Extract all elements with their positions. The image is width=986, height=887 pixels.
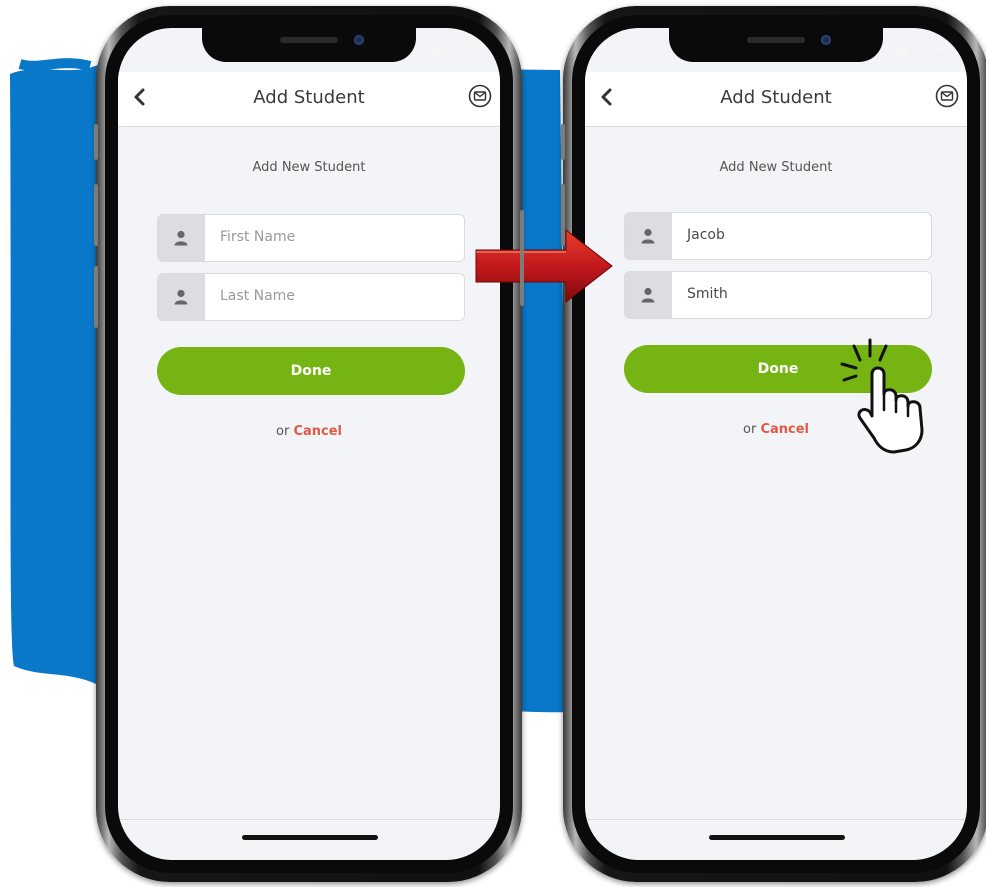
last-name-field[interactable]: Smith (624, 271, 932, 319)
user-icon (158, 274, 205, 320)
toolbar-divider (118, 819, 500, 820)
notch (669, 28, 883, 62)
cancel-row: or Cancel (118, 424, 500, 439)
side-button (94, 184, 98, 246)
home-indicator[interactable] (709, 835, 845, 840)
status-time: 12:13 (140, 42, 178, 57)
side-button (94, 266, 98, 328)
user-icon (625, 272, 672, 318)
user-icon (625, 213, 672, 259)
section-subtitle: Add New Student (252, 160, 366, 175)
cancel-link[interactable]: Cancel (293, 424, 342, 439)
side-button (520, 210, 524, 306)
user-icon (158, 215, 205, 261)
side-button (561, 184, 565, 246)
last-name-placeholder: Last Name (220, 288, 295, 304)
envelope-icon[interactable] (935, 84, 959, 108)
section-subtitle: Add New Student (719, 160, 833, 175)
tap-hand-icon (840, 338, 924, 454)
first-name-field[interactable]: First Name (157, 214, 465, 262)
page-title: Add Student (253, 87, 365, 108)
status-time: 12:14 (607, 42, 645, 57)
home-indicator[interactable] (242, 835, 378, 840)
side-button (94, 124, 98, 160)
last-name-value: Smith (687, 286, 728, 302)
first-name-value: Jacob (687, 227, 725, 243)
first-name-field[interactable]: Jacob (624, 212, 932, 260)
notch (202, 28, 416, 62)
cancel-link[interactable]: Cancel (760, 422, 809, 437)
toolbar-divider (585, 819, 967, 820)
done-button[interactable]: Done (157, 347, 465, 395)
envelope-icon[interactable] (468, 84, 492, 108)
arrow-right-icon (475, 228, 613, 304)
last-name-field[interactable]: Last Name (157, 273, 465, 321)
or-text: or (276, 424, 290, 439)
status-icons: ▂▄ ◠ ▬ (420, 41, 480, 55)
screen-left: 12:13 ▂▄ ◠ ▬ Add Student Add New Student… (118, 28, 500, 860)
nav-bar: Add Student (585, 72, 967, 127)
nav-bar: Add Student (118, 72, 500, 127)
or-text: or (743, 422, 757, 437)
status-icons: ▂▄ ◠ ▬ (887, 41, 947, 55)
first-name-placeholder: First Name (220, 229, 296, 245)
page-title: Add Student (720, 87, 832, 108)
side-button (561, 124, 565, 160)
phone-left: 12:13 ▂▄ ◠ ▬ Add Student Add New Student… (96, 6, 522, 882)
